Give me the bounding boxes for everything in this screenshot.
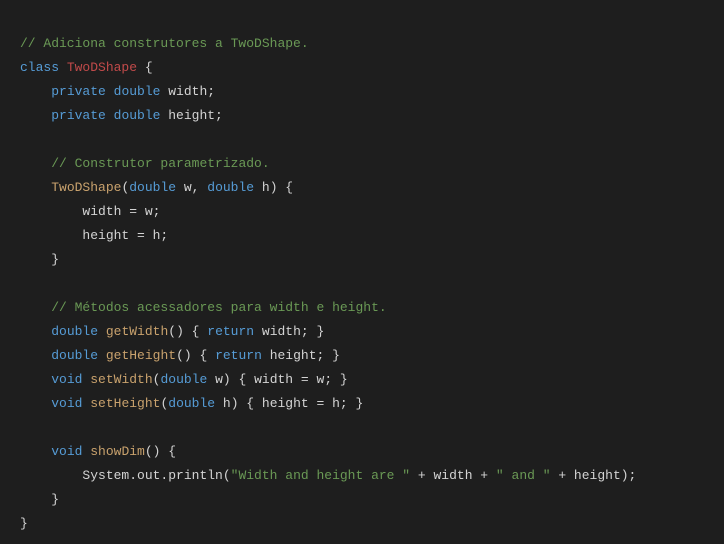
println-call: System.out.println(	[82, 468, 230, 483]
field-height: height;	[160, 108, 222, 123]
class-name: TwoDShape	[67, 60, 137, 75]
string-literal: " and "	[496, 468, 551, 483]
param-h: h) {	[254, 180, 293, 195]
type-void: void	[51, 396, 82, 411]
type-double: double	[160, 372, 207, 387]
brace: }	[51, 252, 59, 267]
type-double: double	[114, 84, 161, 99]
keyword-private: private	[51, 84, 106, 99]
body: w) { width = w; }	[207, 372, 347, 387]
method-showdim: showDim	[90, 444, 145, 459]
param-w: w,	[176, 180, 207, 195]
type-double: double	[168, 396, 215, 411]
comment-line: // Construtor parametrizado.	[51, 156, 269, 171]
assign-width: width = w;	[82, 204, 160, 219]
keyword-return: return	[215, 348, 262, 363]
body: height; }	[262, 348, 340, 363]
comment-line: // Métodos acessadores para width e heig…	[51, 300, 386, 315]
body: h) { height = h; }	[215, 396, 363, 411]
type-void: void	[51, 372, 82, 387]
concat: + height);	[551, 468, 637, 483]
type-double: double	[207, 180, 254, 195]
body: width; }	[254, 324, 324, 339]
brace: }	[51, 492, 59, 507]
constructor-name: TwoDShape	[51, 180, 121, 195]
brace: }	[20, 516, 28, 531]
field-width: width;	[160, 84, 215, 99]
keyword-class: class	[20, 60, 59, 75]
type-double: double	[114, 108, 161, 123]
concat: + width +	[410, 468, 496, 483]
keyword-return: return	[207, 324, 254, 339]
comment-line: // Adiciona construtores a TwoDShape.	[20, 36, 309, 51]
body: () {	[176, 348, 215, 363]
method-setheight: setHeight	[90, 396, 160, 411]
brace: {	[137, 60, 153, 75]
method-getheight: getHeight	[106, 348, 176, 363]
assign-height: height = h;	[82, 228, 168, 243]
body: () {	[168, 324, 207, 339]
string-literal: "Width and height are "	[231, 468, 410, 483]
type-double: double	[129, 180, 176, 195]
body: () {	[145, 444, 176, 459]
method-setwidth: setWidth	[90, 372, 152, 387]
type-double: double	[51, 324, 98, 339]
type-double: double	[51, 348, 98, 363]
type-void: void	[51, 444, 82, 459]
method-getwidth: getWidth	[106, 324, 168, 339]
keyword-private: private	[51, 108, 106, 123]
code-block: // Adiciona construtores a TwoDShape. cl…	[0, 0, 724, 544]
